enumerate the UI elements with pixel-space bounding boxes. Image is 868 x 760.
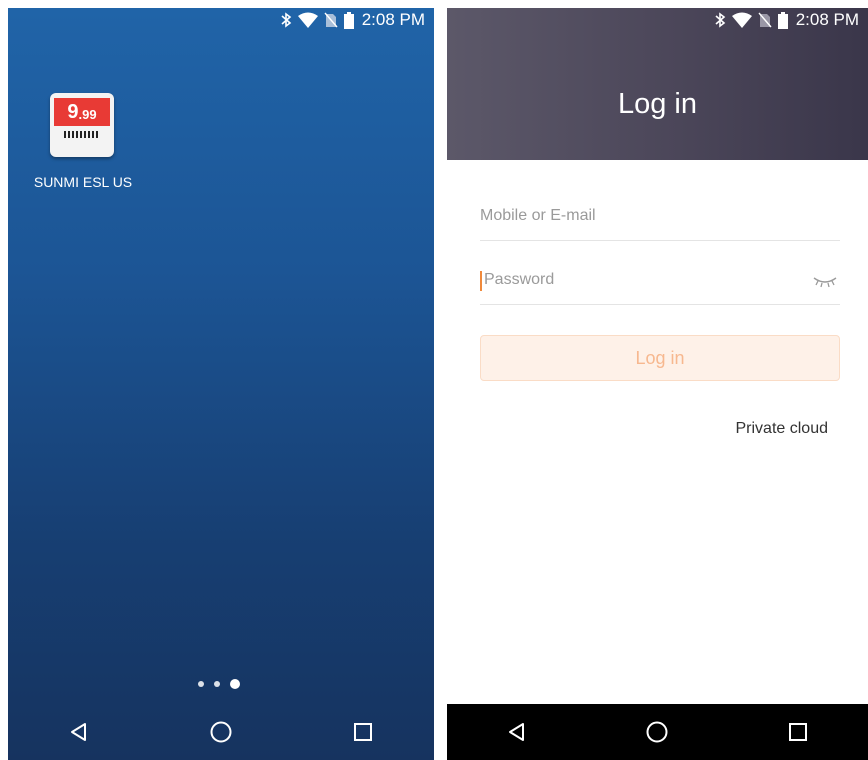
page-indicator bbox=[198, 679, 240, 689]
price-tag-icon: 9.99 bbox=[54, 98, 110, 126]
home-icon[interactable] bbox=[637, 712, 677, 752]
app-label[interactable]: SUNMI ESL US bbox=[28, 174, 138, 190]
bluetooth-icon bbox=[280, 12, 292, 28]
password-field[interactable] bbox=[480, 258, 840, 305]
page-title: Log in bbox=[617, 88, 697, 120]
show-password-eye-icon[interactable] bbox=[812, 273, 838, 292]
login-header: 2:08 PM Log in bbox=[447, 8, 868, 160]
home-icon[interactable] bbox=[201, 712, 241, 752]
status-time: 2:08 PM bbox=[361, 10, 425, 29]
nav-bar bbox=[447, 704, 868, 760]
no-sim-icon bbox=[758, 12, 772, 28]
page-dot[interactable] bbox=[214, 681, 220, 687]
back-icon[interactable] bbox=[59, 712, 99, 752]
page-dot[interactable] bbox=[198, 681, 204, 687]
login-screen: 2:08 PM Log in Log in Private cloud bbox=[447, 8, 868, 760]
status-time: 2:08 PM bbox=[795, 10, 859, 29]
wifi-icon bbox=[297, 12, 318, 28]
password-input[interactable] bbox=[480, 258, 804, 302]
text-cursor bbox=[480, 271, 482, 291]
page-dot-active[interactable] bbox=[230, 679, 240, 689]
sunmi-esl-app-icon[interactable]: 9.99 bbox=[50, 93, 114, 157]
status-bar: 2:08 PM bbox=[447, 8, 868, 32]
private-cloud-link[interactable]: Private cloud bbox=[736, 420, 829, 438]
battery-icon bbox=[343, 11, 354, 29]
mobile-email-input[interactable] bbox=[480, 194, 800, 238]
back-icon[interactable] bbox=[497, 712, 537, 752]
price-cents: .99 bbox=[78, 106, 97, 122]
barcode-icon bbox=[64, 131, 100, 138]
mobile-email-field[interactable] bbox=[480, 194, 840, 241]
battery-icon bbox=[777, 11, 788, 29]
login-button[interactable]: Log in bbox=[480, 335, 840, 381]
recents-icon[interactable] bbox=[778, 712, 818, 752]
price-main: 9 bbox=[67, 100, 79, 123]
status-bar: 2:08 PM bbox=[8, 8, 434, 32]
recents-icon[interactable] bbox=[343, 712, 383, 752]
nav-bar bbox=[8, 704, 434, 760]
bluetooth-icon bbox=[714, 12, 726, 28]
wifi-icon bbox=[731, 12, 752, 28]
no-sim-icon bbox=[324, 12, 338, 28]
home-screen: 2:08 PM 9.99 SUNMI ESL US bbox=[8, 8, 434, 760]
